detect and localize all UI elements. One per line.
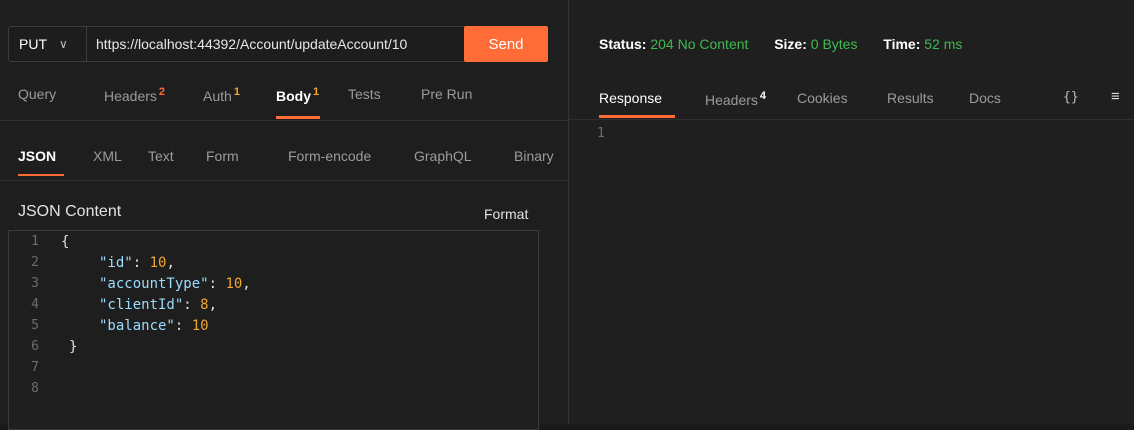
editor-line: 5 "balance": 10 [31, 318, 209, 334]
tab-response[interactable]: Response [599, 90, 662, 106]
tab-tests[interactable]: Tests [348, 86, 381, 102]
method-label: PUT [19, 36, 47, 52]
body-type-form-encode[interactable]: Form-encode [288, 148, 371, 164]
active-tab-indicator [276, 116, 320, 119]
body-type-binary[interactable]: Binary [514, 148, 554, 164]
braces-icon[interactable]: {} [1063, 90, 1079, 105]
body-type-form[interactable]: Form [206, 148, 239, 164]
editor-line: 4 "clientId": 8, [31, 297, 218, 313]
body-type-xml[interactable]: XML [93, 148, 122, 164]
format-button[interactable]: Format [484, 206, 528, 222]
active-body-type-indicator [18, 174, 64, 176]
request-panel: PUT ∨ Send Query Headers2 Auth1 Body1 Te… [0, 0, 568, 430]
tab-body[interactable]: Body 1 [276, 86, 319, 104]
editor-line: 6 } [31, 339, 78, 355]
tab-results[interactable]: Results [887, 90, 934, 106]
headers-count-badge: 2 [158, 86, 166, 98]
body-type-text[interactable]: Text [148, 148, 174, 164]
tab-cookies[interactable]: Cookies [797, 90, 848, 106]
url-bar: PUT ∨ Send [8, 26, 548, 62]
tab-query[interactable]: Query [18, 86, 56, 102]
status-value: 204 No Content [650, 36, 749, 52]
divider [0, 180, 568, 181]
divider [0, 120, 568, 121]
body-type-graphql[interactable]: GraphQL [414, 148, 472, 164]
time-value: 52 ms [924, 36, 963, 52]
request-tabs: Query Headers 2 Auth 1 Body 1 Tests Pre Run [0, 86, 568, 119]
body-count-badge: 1 [313, 86, 320, 98]
chevron-down-icon: ∨ [59, 37, 68, 51]
tab-response-headers[interactable]: Headers 4 [705, 90, 766, 108]
tab-pre-run[interactable]: Pre Run [421, 86, 472, 102]
json-editor[interactable]: 1 { 2 "id": 10, 3 "accountType": 10, 4 "… [8, 230, 539, 430]
response-line-number: 1 [597, 126, 605, 141]
json-content-label: JSON Content [18, 203, 122, 220]
tab-headers[interactable]: Headers 2 [104, 86, 165, 104]
menu-icon[interactable]: ≡ [1111, 88, 1120, 105]
size-value: 0 Bytes [810, 36, 858, 52]
response-panel: Status: 204 No Content Size: 0 Bytes Tim… [569, 0, 1134, 424]
response-headers-count-badge: 4 [759, 90, 767, 102]
body-type-json[interactable]: JSON [18, 148, 56, 164]
divider [569, 119, 1134, 120]
method-select[interactable]: PUT ∨ [9, 27, 87, 61]
auth-count-badge: 1 [233, 86, 240, 98]
url-input[interactable] [87, 27, 464, 61]
tab-auth[interactable]: Auth 1 [203, 86, 240, 104]
response-status-bar: Status: 204 No Content Size: 0 Bytes Tim… [599, 36, 963, 52]
active-response-tab-indicator [599, 115, 675, 118]
tab-docs[interactable]: Docs [969, 90, 1001, 106]
editor-line: 1 { [31, 234, 70, 250]
editor-line: 7 [31, 360, 39, 375]
editor-line: 2 "id": 10, [31, 255, 175, 271]
editor-line: 3 "accountType": 10, [31, 276, 251, 292]
send-button[interactable]: Send [464, 26, 548, 62]
editor-line: 8 [31, 381, 39, 396]
